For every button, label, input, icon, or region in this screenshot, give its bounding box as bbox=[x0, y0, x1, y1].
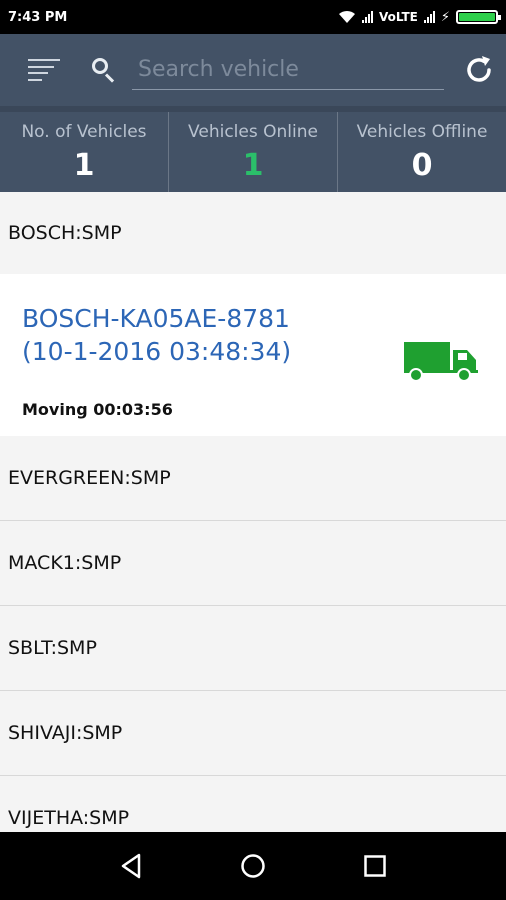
status-icons: VoLTE ⚡ bbox=[338, 9, 501, 25]
group-item[interactable]: SHIVAJI:SMP bbox=[0, 691, 506, 776]
group-label: SHIVAJI:SMP bbox=[8, 722, 123, 744]
group-item[interactable]: SBLT:SMP bbox=[0, 606, 506, 691]
vehicle-name: BOSCH-KA05AE-8781 bbox=[22, 304, 290, 333]
vehicle-list: BOSCH:SMP BOSCH-KA05AE-8781 (10-1-2016 0… bbox=[0, 192, 506, 832]
stat-total-label: No. of Vehicles bbox=[21, 122, 147, 142]
home-button[interactable] bbox=[238, 851, 268, 881]
group-item[interactable]: BOSCH:SMP bbox=[0, 192, 506, 274]
wifi-icon bbox=[338, 10, 355, 23]
recents-icon bbox=[364, 855, 386, 877]
group-item[interactable]: EVERGREEN:SMP bbox=[0, 436, 506, 521]
stat-offline-label: Vehicles Offline bbox=[356, 122, 488, 142]
refresh-icon[interactable] bbox=[462, 53, 496, 87]
home-icon bbox=[241, 854, 265, 878]
app-header bbox=[0, 34, 506, 106]
search-input[interactable] bbox=[132, 50, 444, 90]
stat-online-value: 1 bbox=[242, 148, 264, 183]
stat-offline-value: 0 bbox=[411, 148, 433, 183]
charging-icon: ⚡ bbox=[440, 9, 450, 25]
stat-total: No. of Vehicles 1 bbox=[0, 112, 169, 192]
group-label: MACK1:SMP bbox=[8, 552, 122, 574]
vehicle-timestamp: (10-1-2016 03:48:34) bbox=[22, 337, 292, 366]
vehicle-stats: No. of Vehicles 1 Vehicles Online 1 Vehi… bbox=[0, 106, 506, 192]
status-time: 7:43 PM bbox=[8, 9, 68, 25]
vehicle-title-block: BOSCH-KA05AE-8781 (10-1-2016 03:48:34) bbox=[22, 302, 291, 368]
network-label: VoLTE bbox=[378, 10, 418, 24]
group-label: VIJETHA:SMP bbox=[8, 807, 130, 829]
back-button[interactable] bbox=[116, 851, 146, 881]
stat-online-label: Vehicles Online bbox=[188, 122, 318, 142]
truck-icon bbox=[404, 342, 478, 382]
status-bar: 7:43 PM VoLTE ⚡ bbox=[0, 0, 506, 34]
signal-icon bbox=[361, 11, 373, 23]
stat-offline: Vehicles Offline 0 bbox=[338, 112, 506, 192]
recents-button[interactable] bbox=[360, 851, 390, 881]
signal-icon-2 bbox=[423, 11, 435, 23]
vehicle-card[interactable]: BOSCH-KA05AE-8781 (10-1-2016 03:48:34) M… bbox=[0, 274, 506, 436]
group-item[interactable]: MACK1:SMP bbox=[0, 521, 506, 606]
group-label: SBLT:SMP bbox=[8, 637, 97, 659]
stat-online: Vehicles Online 1 bbox=[169, 112, 338, 192]
battery-icon bbox=[456, 10, 501, 24]
vehicle-status: Moving 00:03:56 bbox=[22, 400, 173, 419]
group-item[interactable]: VIJETHA:SMP bbox=[0, 776, 506, 832]
menu-icon[interactable] bbox=[28, 56, 60, 84]
back-icon bbox=[121, 853, 141, 879]
stat-total-value: 1 bbox=[73, 148, 95, 183]
navigation-bar bbox=[0, 832, 506, 900]
group-label: EVERGREEN:SMP bbox=[8, 467, 171, 489]
group-label: BOSCH:SMP bbox=[8, 222, 122, 244]
search-icon[interactable] bbox=[90, 56, 118, 84]
